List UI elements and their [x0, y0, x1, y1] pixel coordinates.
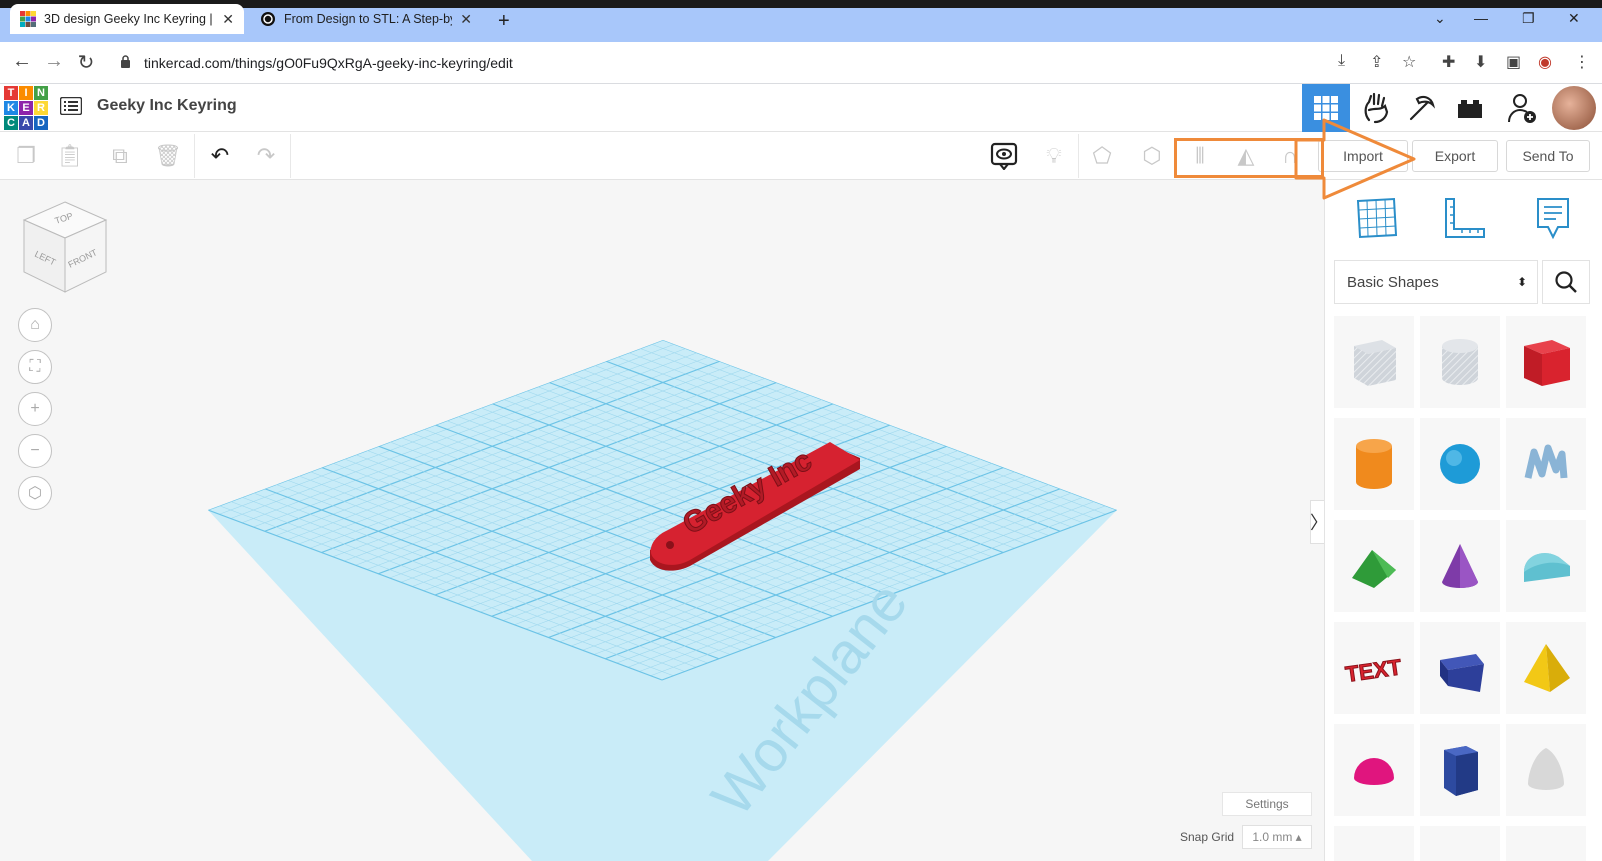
- shape-paraboloid[interactable]: [1506, 724, 1586, 816]
- logo-letter: D: [34, 116, 48, 130]
- shape-cylinder[interactable]: [1334, 418, 1414, 510]
- ruler-tool-icon[interactable]: [1442, 195, 1488, 241]
- shape-search-button[interactable]: [1542, 260, 1590, 304]
- shape-scribble[interactable]: [1506, 418, 1586, 510]
- tab-search-icon[interactable]: ⌄: [1434, 10, 1446, 27]
- new-tab-button[interactable]: +: [498, 10, 510, 33]
- shape-polygon[interactable]: [1420, 724, 1500, 816]
- snap-grid-select[interactable]: 1.0 mm ▴: [1242, 825, 1312, 849]
- lightbulb-icon[interactable]: 💡︎: [1040, 142, 1068, 170]
- logo-letter: K: [4, 101, 18, 115]
- extensions-puzzle-icon[interactable]: ✚: [1442, 52, 1455, 72]
- notes-view-icon[interactable]: [990, 142, 1018, 171]
- add-user-icon[interactable]: [1504, 90, 1540, 126]
- shape-cylinder-hole[interactable]: [1420, 316, 1500, 408]
- tab-article[interactable]: From Design to STL: A Step-by-St ✕: [250, 4, 482, 34]
- logo-letter: I: [19, 86, 33, 100]
- updown-chevron-icon: ⬍: [1516, 275, 1527, 289]
- forward-icon[interactable]: →: [40, 50, 68, 73]
- shape-sphere[interactable]: [1420, 418, 1500, 510]
- design-list-icon[interactable]: [60, 97, 82, 115]
- downloads-icon[interactable]: ⬇: [1474, 52, 1487, 72]
- bookmark-star-icon[interactable]: ☆: [1402, 52, 1416, 72]
- tab-title: 3D design Geeky Inc Keyring | Tin: [44, 12, 215, 26]
- shape-text-label: TEXT: [1344, 654, 1404, 687]
- close-window-icon[interactable]: ✕: [1568, 10, 1580, 27]
- shape-category-select[interactable]: Basic Shapes ⬍: [1334, 260, 1538, 304]
- chatgpt-icon: [261, 12, 275, 26]
- zoom-out-icon[interactable]: −: [18, 434, 52, 468]
- sidebar-icon[interactable]: ▣: [1506, 52, 1521, 72]
- share-icon[interactable]: ⇪: [1370, 52, 1383, 72]
- shape-round-roof[interactable]: [1506, 520, 1586, 612]
- shape-wedge-box[interactable]: [1420, 622, 1500, 714]
- fit-view-icon[interactable]: ⛶: [18, 350, 52, 384]
- logo-letter: T: [4, 86, 18, 100]
- workplane-scene[interactable]: Workplane Geeky Inc: [0, 180, 1324, 861]
- shape-roof[interactable]: [1334, 520, 1414, 612]
- restore-icon[interactable]: ❐: [1522, 10, 1535, 27]
- settings-button[interactable]: Settings: [1222, 792, 1312, 816]
- reload-icon[interactable]: ↻: [72, 50, 100, 75]
- shape-pyramid[interactable]: [1506, 622, 1586, 714]
- tinkercad-icon: [20, 11, 36, 27]
- shape-box[interactable]: [1506, 316, 1586, 408]
- shape-half-sphere[interactable]: [1334, 724, 1414, 816]
- menu-kebab-icon[interactable]: ⋮: [1574, 52, 1590, 72]
- workplane-tool-icon[interactable]: [1354, 195, 1400, 241]
- design-title[interactable]: Geeky Inc Keyring: [97, 97, 237, 115]
- logo-letter: N: [34, 86, 48, 100]
- close-tab-icon[interactable]: ✕: [222, 11, 234, 28]
- tinkercad-logo[interactable]: T I N K E R C A D: [4, 86, 48, 130]
- perspective-icon[interactable]: ⬡: [18, 476, 52, 510]
- profile-icon[interactable]: ◉: [1538, 52, 1552, 72]
- logo-letter: R: [34, 101, 48, 115]
- undo-icon[interactable]: ↶: [206, 142, 234, 170]
- group-icon[interactable]: ⬠: [1088, 142, 1116, 170]
- home-view-icon[interactable]: ⌂: [18, 308, 52, 342]
- search-icon: [1555, 271, 1577, 293]
- logo-letter: C: [4, 116, 18, 130]
- workplane-grid[interactable]: [208, 340, 1117, 861]
- back-icon[interactable]: ←: [8, 50, 36, 73]
- paste-icon[interactable]: 📋︎: [56, 142, 84, 170]
- shape-cone[interactable]: [1420, 520, 1500, 612]
- shape-cell[interactable]: [1420, 826, 1500, 861]
- redo-icon[interactable]: ↷: [252, 142, 280, 170]
- copy-icon[interactable]: ❐: [12, 142, 40, 170]
- toolbar-divider: [290, 134, 291, 178]
- snap-grid-label: Snap Grid: [1180, 830, 1235, 844]
- shape-text[interactable]: TEXT: [1334, 622, 1414, 714]
- shape-box-hole[interactable]: [1334, 316, 1414, 408]
- ungroup-icon[interactable]: ⬡: [1138, 142, 1166, 170]
- url-field[interactable]: tinkercad.com/things/gO0Fu9QxRgA-geeky-i…: [144, 55, 513, 71]
- toolbar-divider: [194, 134, 195, 178]
- user-avatar[interactable]: [1552, 86, 1596, 130]
- zoom-in-icon[interactable]: +: [18, 392, 52, 426]
- tab-tinkercad[interactable]: 3D design Geeky Inc Keyring | Tin ✕: [10, 4, 244, 34]
- minimize-icon[interactable]: —: [1474, 10, 1488, 26]
- install-icon[interactable]: ⤓: [1338, 52, 1345, 70]
- logo-letter: E: [19, 101, 33, 115]
- shape-cell[interactable]: [1506, 826, 1586, 861]
- bricks-icon[interactable]: [1452, 90, 1488, 126]
- view-cube[interactable]: TOP LEFT FRONT: [20, 200, 110, 296]
- shape-cell[interactable]: [1334, 826, 1414, 861]
- toolbar-divider: [1078, 134, 1079, 178]
- close-tab-icon[interactable]: ✕: [460, 11, 472, 28]
- send-to-button[interactable]: Send To: [1506, 140, 1590, 172]
- delete-icon[interactable]: 🗑︎: [154, 142, 182, 170]
- shape-category-label: Basic Shapes: [1347, 273, 1439, 291]
- duplicate-icon[interactable]: ⧉: [106, 142, 134, 170]
- lock-icon[interactable]: [120, 55, 131, 68]
- logo-letter: A: [19, 116, 33, 130]
- tab-title: From Design to STL: A Step-by-St: [284, 12, 452, 26]
- notes-tool-icon[interactable]: [1530, 195, 1576, 241]
- arrow-annotation: [1294, 118, 1416, 200]
